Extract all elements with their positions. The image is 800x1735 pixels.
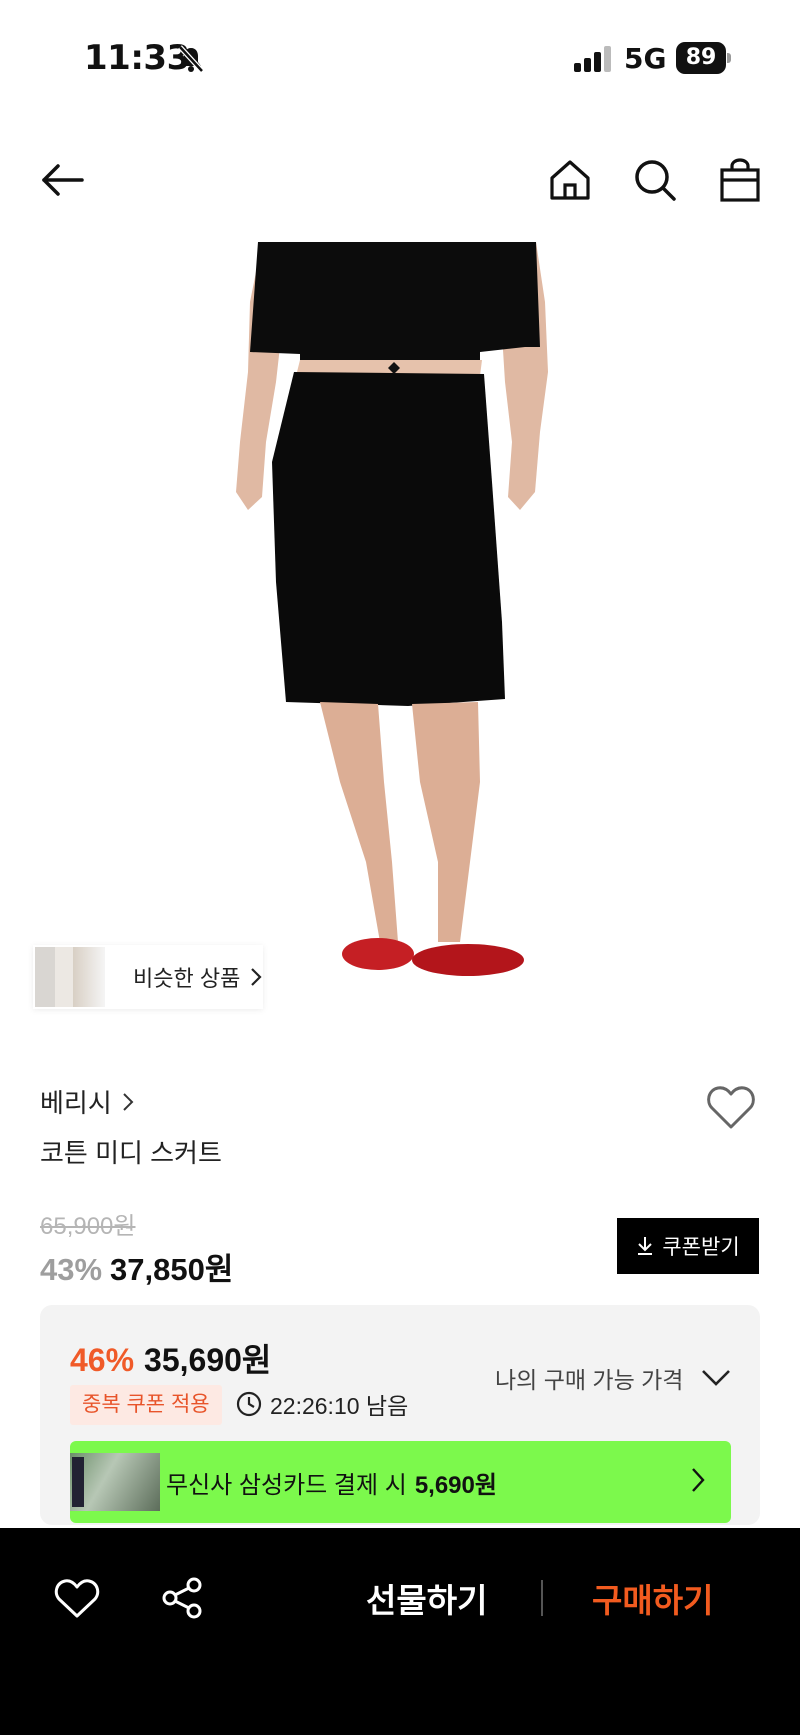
countdown-text: 22:26:10 남음 <box>270 1393 409 1419</box>
bottom-action-bar: 선물하기 구매하기 <box>0 1528 800 1735</box>
musinsa-logo <box>72 1457 84 1507</box>
countdown-timer: 22:26:10 남음 <box>236 1387 408 1421</box>
discount-rate: 43% <box>40 1252 103 1287</box>
home-icon[interactable] <box>548 158 592 202</box>
search-icon[interactable] <box>633 158 677 202</box>
my-price-toggle[interactable]: 나의 구매 가능 가격 <box>495 1361 731 1395</box>
similar-products-label: 비슷한 상품 <box>133 966 241 991</box>
status-time: 11:33 <box>84 38 190 78</box>
card-benefit-text: 무신사 삼성카드 결제 시 <box>166 1471 407 1499</box>
clock-icon <box>236 1391 262 1417</box>
chevron-down-icon <box>702 1370 731 1386</box>
brand-name: 베리시 <box>40 1088 112 1118</box>
battery-icon: 89 <box>676 42 731 74</box>
sale-price: 37,850원 <box>110 1252 234 1287</box>
heart-icon[interactable] <box>54 1578 100 1618</box>
battery-level: 89 <box>676 42 726 74</box>
original-price: 65,900원 <box>40 1213 136 1240</box>
similar-products-thumbnail <box>35 947 105 1007</box>
heart-icon[interactable] <box>706 1084 756 1130</box>
card-thumbnail <box>70 1453 160 1511</box>
nav-bar <box>0 140 800 220</box>
product-image[interactable] <box>0 242 800 1042</box>
benefit-price: 35,690원 <box>144 1342 272 1378</box>
coupon-download-button[interactable]: 쿠폰받기 <box>617 1218 759 1274</box>
share-icon[interactable] <box>160 1576 204 1620</box>
buy-button[interactable]: 구매하기 <box>592 1574 713 1622</box>
divider <box>541 1580 543 1616</box>
gift-button[interactable]: 선물하기 <box>366 1574 487 1622</box>
duplicate-coupon-badge: 중복 쿠폰 적용 <box>70 1385 222 1425</box>
benefit-price-card: 46% 35,690원 나의 구매 가능 가격 중복 쿠폰 적용 22:26:1… <box>40 1305 760 1525</box>
product-photo <box>236 242 548 976</box>
status-bar: 11:33 5G 89 <box>0 0 800 120</box>
chevron-right-icon <box>251 968 262 986</box>
chevron-right-icon <box>123 1092 134 1111</box>
my-price-label: 나의 구매 가능 가격 <box>495 1367 684 1393</box>
benefit-discount-rate: 46% <box>70 1342 135 1378</box>
similar-products-button[interactable]: 비슷한 상품 <box>33 945 263 1009</box>
samsung-card-banner[interactable]: 무신사 삼성카드 결제 시 5,690원 <box>70 1441 731 1523</box>
benefit-price-row: 46% 35,690원 <box>70 1335 271 1381</box>
signal-icon <box>574 46 611 72</box>
bell-off-icon <box>178 45 204 73</box>
brand-link[interactable]: 베리시 <box>40 1083 134 1120</box>
network-type: 5G <box>624 42 667 75</box>
back-arrow-icon[interactable] <box>40 158 84 202</box>
chevron-right-icon <box>692 1468 705 1492</box>
coupon-download-label: 쿠폰받기 <box>662 1236 740 1259</box>
sale-price-row: 43% 37,850원 <box>40 1244 233 1289</box>
shopping-bag-icon[interactable] <box>718 158 762 202</box>
battery-tip <box>727 53 731 63</box>
product-name: 코튼 미디 스커트 <box>40 1138 222 1168</box>
download-icon <box>638 1237 653 1255</box>
card-benefit-amount: 5,690원 <box>414 1471 497 1499</box>
